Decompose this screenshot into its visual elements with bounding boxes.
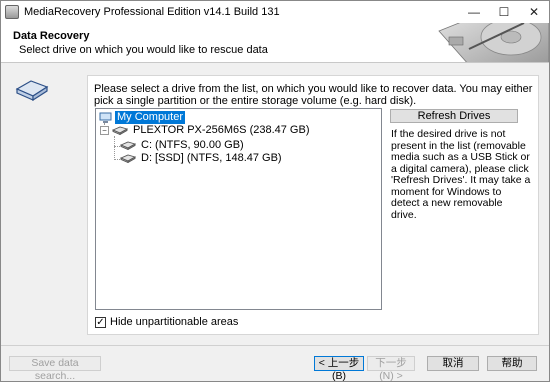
header-title: Data Recovery (13, 30, 90, 42)
partition-icon (120, 154, 136, 163)
app-window: MediaRecovery Professional Edition v14.1… (0, 0, 550, 382)
hard-disk-icon (112, 126, 128, 135)
close-button[interactable]: ✕ (519, 1, 549, 23)
header-subtitle: Select drive on which you would like to … (19, 44, 268, 56)
app-icon (5, 5, 19, 19)
next-button[interactable]: 下一步(N) > (367, 356, 415, 382)
maximize-button[interactable]: ☐ (489, 1, 519, 23)
cancel-button[interactable]: 取消 (427, 356, 479, 371)
checkbox-label: Hide unpartitionable areas (110, 316, 239, 328)
tree-item-partition-c[interactable]: C: (NTFS, 90.00 GB) (120, 139, 246, 152)
drive-icon (15, 80, 49, 101)
refresh-drives-button[interactable]: Refresh Drives (390, 109, 518, 123)
tree-item-partition-d[interactable]: D: [SSD] (NTFS, 148.47 GB) (120, 152, 284, 165)
wizard-header: Data Recovery Select drive on which you … (1, 23, 549, 63)
tree-item-my-computer[interactable]: My Computer (99, 111, 186, 124)
tree-label: PLEXTOR PX-256M6S (238.47 GB) (133, 124, 310, 136)
tree-label: My Computer (115, 111, 186, 124)
tree-label: D: [SSD] (NTFS, 148.47 GB) (141, 152, 282, 164)
drive-tree[interactable]: My Computer − PLEXTOR PX-256M6S (238.47 … (95, 108, 382, 310)
save-data-search-button[interactable]: Save data search... (9, 356, 101, 382)
instructions-text: Please select a drive from the list, on … (94, 83, 533, 107)
footer-divider (1, 345, 549, 346)
help-button[interactable]: 帮助 (487, 356, 537, 371)
partition-icon (120, 141, 136, 150)
hide-unpartitionable-option[interactable]: ✓ Hide unpartitionable areas (95, 316, 238, 328)
window-controls: — ☐ ✕ (459, 1, 549, 23)
tree-label: C: (NTFS, 90.00 GB) (141, 139, 244, 151)
back-button[interactable]: < 上一步(B) (314, 356, 364, 382)
title-bar: MediaRecovery Professional Edition v14.1… (1, 1, 549, 23)
computer-icon (99, 112, 112, 123)
window-title: MediaRecovery Professional Edition v14.1… (24, 6, 280, 18)
hide-unpartitionable-checkbox[interactable]: ✓ (95, 316, 106, 328)
help-text: If the desired drive is not present in t… (391, 128, 531, 221)
hard-drive-illustration (438, 23, 549, 62)
tree-item-disk[interactable]: − PLEXTOR PX-256M6S (238.47 GB) (100, 124, 312, 137)
collapse-icon[interactable]: − (100, 126, 109, 135)
drive-selection-panel: Please select a drive from the list, on … (87, 75, 539, 335)
minimize-button[interactable]: — (459, 1, 489, 23)
